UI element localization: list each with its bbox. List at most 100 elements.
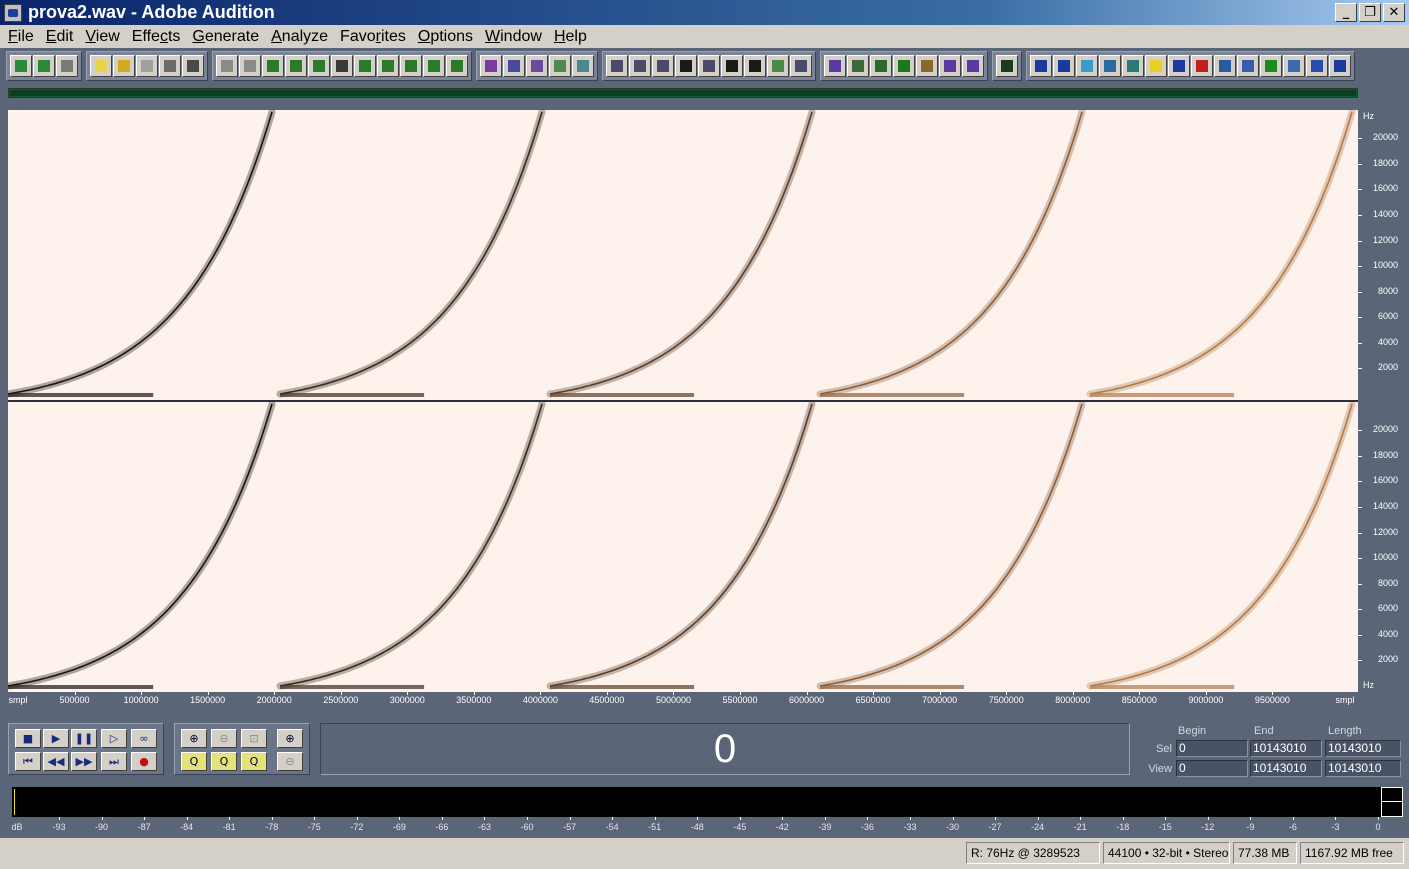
close-button[interactable]: ✕ (1383, 3, 1405, 22)
zoom-small-button[interactable] (698, 55, 720, 77)
noise2-button[interactable] (870, 55, 892, 77)
ap-button[interactable] (1030, 55, 1052, 77)
pause-button[interactable]: ❚❚ (71, 729, 97, 748)
paste-new-button[interactable] (377, 55, 399, 77)
check-button[interactable] (503, 55, 525, 77)
level-meter-bar[interactable] (12, 787, 1382, 817)
crop-button[interactable] (446, 55, 468, 77)
time-015-button[interactable] (721, 55, 743, 77)
menu-file[interactable]: File (2, 28, 40, 46)
loop-button[interactable]: ∞ (131, 729, 157, 748)
close-x-button[interactable] (1122, 55, 1144, 77)
bars-button[interactable] (767, 55, 789, 77)
zoom-full-button[interactable]: ⊡ (241, 729, 267, 748)
play-arrow-button[interactable] (675, 55, 697, 77)
flag-button[interactable] (1329, 55, 1351, 77)
repeat-button[interactable] (262, 55, 284, 77)
menu-window[interactable]: Window (479, 28, 548, 46)
menu-generate[interactable]: Generate (186, 28, 265, 46)
edit-view-button[interactable] (33, 55, 55, 77)
yellow-button[interactable] (1145, 55, 1167, 77)
window3-button[interactable] (652, 55, 674, 77)
spectrum-meter-button[interactable] (996, 55, 1018, 77)
menu-options[interactable]: Options (412, 28, 479, 46)
trim-button[interactable] (423, 55, 445, 77)
cut-button[interactable] (331, 55, 353, 77)
menu-favorites[interactable]: Favorites (334, 28, 412, 46)
window-button[interactable] (606, 55, 628, 77)
zoom-to-right-button[interactable]: Q (211, 752, 237, 771)
frequency-ruler[interactable]: Hz 20000 18000 16000 14000 12000 10000 8000 6000… (1358, 110, 1404, 692)
peak-indicator[interactable] (1381, 787, 1403, 817)
itu-p56-button[interactable] (1283, 55, 1305, 77)
save-button[interactable] (136, 55, 158, 77)
window2-button[interactable] (629, 55, 651, 77)
save-as-button[interactable] (159, 55, 181, 77)
view-end-field[interactable]: 10143010 (1250, 760, 1322, 777)
play-button[interactable]: ▶ (43, 729, 69, 748)
fast-forward-button[interactable]: ▶▶ (71, 752, 97, 771)
cd-view-button[interactable] (56, 55, 78, 77)
view-length-field[interactable]: 10143010 (1325, 760, 1401, 777)
bars-blue-button[interactable] (1214, 55, 1236, 77)
pencil-purple-button[interactable] (824, 55, 846, 77)
pencil2-button[interactable] (962, 55, 984, 77)
tb-button[interactable] (1168, 55, 1190, 77)
list-button[interactable] (790, 55, 812, 77)
open-file-button[interactable] (113, 55, 135, 77)
go-to-start-button[interactable]: ⏮ (15, 752, 41, 771)
brush-button[interactable] (916, 55, 938, 77)
tree-button[interactable] (1260, 55, 1282, 77)
new-file-button[interactable] (90, 55, 112, 77)
zoom-to-left-button[interactable]: Q (181, 752, 207, 771)
undo-button[interactable] (216, 55, 238, 77)
wave-green-button[interactable] (893, 55, 915, 77)
time-ruler[interactable]: smpl smpl 500000 1000000 1500000 2000000 25000… (8, 692, 1358, 708)
menu-edit[interactable]: Edit (40, 28, 80, 46)
bbb-button[interactable] (744, 55, 766, 77)
sti-button[interactable] (1306, 55, 1328, 77)
grid-green-button[interactable] (549, 55, 571, 77)
right-channel-spectrogram[interactable] (8, 402, 1358, 692)
menu-analyze[interactable]: Analyze (265, 28, 334, 46)
record-button[interactable]: ● (131, 752, 157, 771)
copy-button[interactable] (308, 55, 330, 77)
redo-button[interactable] (239, 55, 261, 77)
envelope-button[interactable] (480, 55, 502, 77)
go-to-end-button[interactable]: ⏭ (101, 752, 127, 771)
mg-button[interactable] (1076, 55, 1098, 77)
multitrack-view-button[interactable] (10, 55, 32, 77)
copy-to-new-button[interactable] (285, 55, 307, 77)
grid-multi-button[interactable] (572, 55, 594, 77)
waveform-overview-bar[interactable] (8, 88, 1358, 98)
restore-button[interactable]: ❐ (1359, 3, 1381, 22)
stripes-button[interactable] (1237, 55, 1259, 77)
left-channel-spectrogram[interactable] (8, 110, 1358, 400)
save-all-button[interactable] (182, 55, 204, 77)
zoom-in-vertical-button[interactable]: ⊕ (277, 729, 303, 748)
mix-paste-button[interactable] (400, 55, 422, 77)
audition-app-icon[interactable] (4, 3, 22, 22)
stop-button[interactable]: ■ (15, 729, 41, 748)
noise-button[interactable] (847, 55, 869, 77)
zoom-out-vertical-button[interactable]: ⊖ (277, 752, 303, 771)
vrd-button[interactable] (1099, 55, 1121, 77)
ap42-button[interactable] (1053, 55, 1075, 77)
rewind-button[interactable]: ◀◀ (43, 752, 69, 771)
title-bar[interactable]: prova2.wav - Adobe Audition _ ❐ ✕ (0, 0, 1409, 25)
pencil-button[interactable] (939, 55, 961, 77)
sel-length-field[interactable]: 10143010 (1325, 740, 1401, 757)
view-begin-field[interactable]: 0 (1176, 760, 1248, 777)
minimize-button[interactable]: _ (1335, 3, 1357, 22)
play-to-end-button[interactable]: ▷ (101, 729, 127, 748)
menu-effects[interactable]: Effects (126, 28, 187, 46)
zoom-to-selection-button[interactable]: Q (241, 752, 267, 771)
red-green-button[interactable] (1191, 55, 1213, 77)
zoom-in-horizontal-button[interactable]: ⊕ (181, 729, 207, 748)
spectral-display[interactable] (8, 110, 1358, 692)
grid-purple-button[interactable] (526, 55, 548, 77)
zoom-out-horizontal-button[interactable]: ⊖ (211, 729, 237, 748)
paste-button[interactable] (354, 55, 376, 77)
sel-end-field[interactable]: 10143010 (1250, 740, 1322, 757)
sel-begin-field[interactable]: 0 (1176, 740, 1248, 757)
